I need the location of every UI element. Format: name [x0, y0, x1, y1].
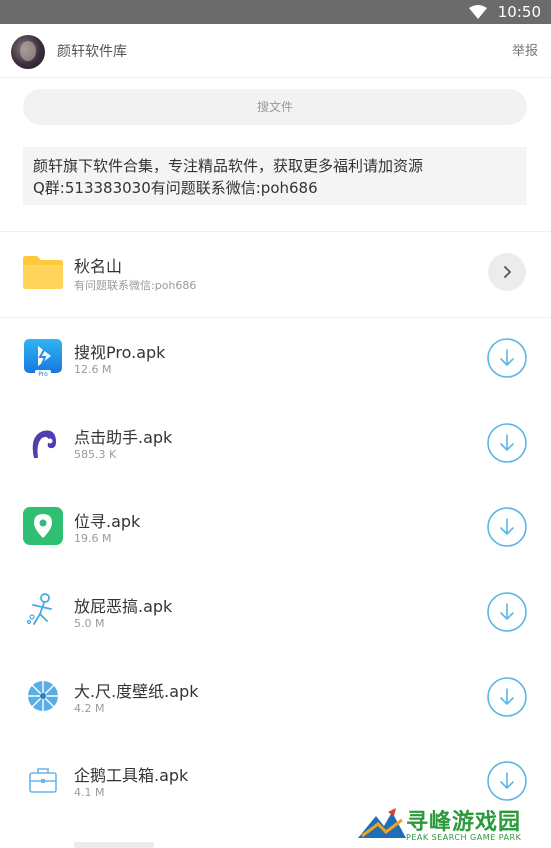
file-size: 5.0 M	[74, 617, 105, 630]
watermark: 寻峰游戏园 PEAK SEARCH GAME PARK	[358, 804, 551, 848]
download-icon[interactable]	[487, 677, 527, 717]
download-icon[interactable]	[487, 761, 527, 801]
avatar[interactable]	[11, 35, 45, 69]
folder-name: 秋名山	[74, 257, 123, 276]
folder-open-button[interactable]	[488, 253, 526, 291]
status-bar: 10:50	[0, 0, 551, 24]
file-size: 4.1 M	[74, 786, 105, 799]
folder-row[interactable]: 秋名山 有问题联系微信:poh686	[0, 230, 551, 314]
wifi-icon	[469, 5, 487, 19]
report-button[interactable]: 举报	[512, 40, 538, 59]
svg-text:Pro: Pro	[38, 371, 48, 377]
file-row[interactable]: Pro 搜视Pro.apk 12.6 M	[0, 316, 551, 400]
download-icon[interactable]	[487, 507, 527, 547]
prank-figure-app-icon	[26, 593, 52, 625]
search-input[interactable]	[23, 89, 527, 125]
app-header: 颜轩软件库 举报	[0, 24, 551, 78]
download-icon[interactable]	[487, 592, 527, 632]
file-row[interactable]: 大.尺.度壁纸.apk 4.2 M	[0, 655, 551, 739]
wallpaper-umbrella-app-icon	[28, 681, 58, 711]
announcement-line-1: 颜轩旗下软件合集，专注精品软件，获取更多福利请加资源	[33, 157, 424, 175]
file-size: 4.2 M	[74, 702, 105, 715]
file-size: 19.6 M	[74, 532, 112, 545]
file-row[interactable]: 位寻.apk 19.6 M	[0, 485, 551, 569]
folder-icon	[23, 256, 63, 289]
search-bar[interactable]	[23, 89, 527, 125]
announcement-box: 颜轩旗下软件合集，专注精品软件，获取更多福利请加资源 Q群:513383030有…	[23, 147, 527, 205]
status-time: 10:50	[497, 3, 541, 21]
chevron-right-icon	[504, 266, 511, 278]
watermark-text: 寻峰游戏园	[406, 810, 522, 835]
file-size: 12.6 M	[74, 363, 112, 376]
mountain-logo-icon	[358, 808, 406, 838]
next-row-peek	[74, 842, 154, 848]
file-name: 位寻.apk	[74, 512, 141, 531]
folder-subtitle: 有问题联系微信:poh686	[74, 279, 197, 292]
click-assistant-app-icon	[32, 430, 56, 458]
file-row[interactable]: 点击助手.apk 585.3 K	[0, 401, 551, 485]
location-pin-app-icon	[23, 507, 63, 545]
file-name: 搜视Pro.apk	[74, 343, 166, 362]
file-name: 大.尺.度壁纸.apk	[74, 682, 199, 701]
download-icon[interactable]	[487, 338, 527, 378]
file-row[interactable]: 放屁恶搞.apk 5.0 M	[0, 570, 551, 654]
download-icon[interactable]	[487, 423, 527, 463]
sousi-pro-app-icon: Pro	[24, 339, 62, 377]
watermark-subtext: PEAK SEARCH GAME PARK	[406, 833, 522, 842]
page-title: 颜轩软件库	[57, 44, 127, 60]
file-name: 放屁恶搞.apk	[74, 597, 173, 616]
announcement-line-2: Q群:513383030有问题联系微信:poh686	[33, 179, 318, 197]
file-size: 585.3 K	[74, 448, 117, 461]
file-name: 点击助手.apk	[74, 428, 173, 447]
file-name: 企鹅工具箱.apk	[74, 766, 189, 785]
toolbox-briefcase-app-icon	[29, 768, 57, 793]
